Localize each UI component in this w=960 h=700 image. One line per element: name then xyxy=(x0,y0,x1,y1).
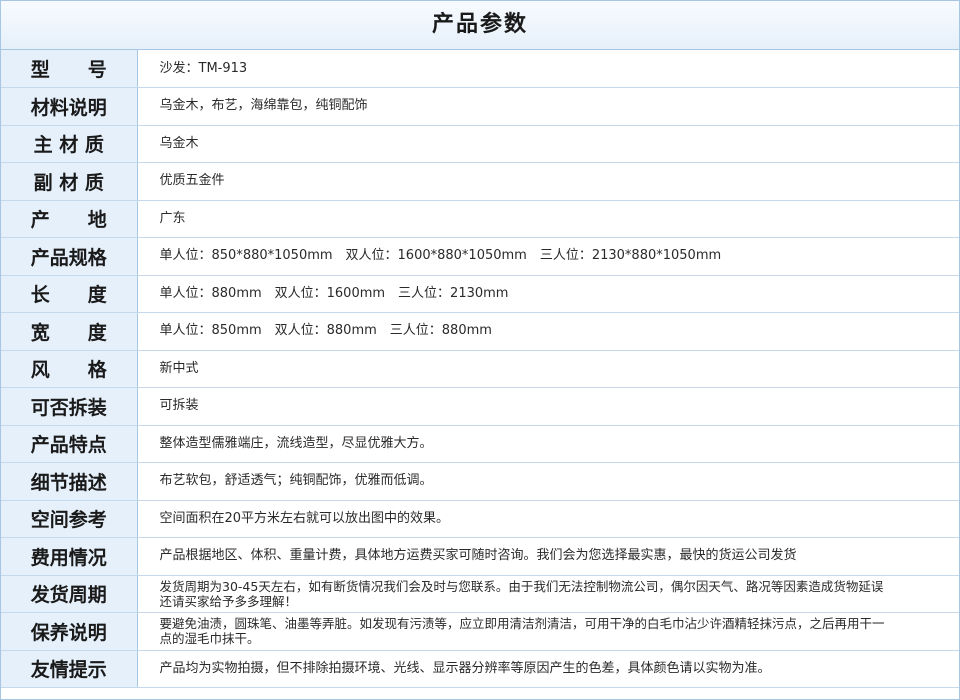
parameter-label: 主 材 质 xyxy=(1,125,138,163)
parameter-value: 发货周期为30-45天左右，如有断货情况我们会及时与您联系。由于我们无法控制物流… xyxy=(137,575,959,613)
parameter-value: 要避免油渍，圆珠笔、油墨等弄脏。如发现有污渍等，应立即用清洁剂清洁，可用干净的白… xyxy=(137,612,959,651)
parameter-value: 产品均为实物拍摄，但不排除拍摄环境、光线、显示器分辨率等原因产生的色差，具体颜色… xyxy=(137,650,959,688)
parameter-row: 主 材 质乌金木 xyxy=(1,125,959,163)
parameter-row: 材料说明 乌金木，布艺，海绵靠包，纯铜配饰 xyxy=(1,87,959,126)
parameter-row: 发货周期 发货周期为30-45天左右，如有断货情况我们会及时与您联系。由于我们无法… xyxy=(1,575,959,613)
parameter-value: 整体造型儒雅端庄，流线造型，尽显优雅大方。 xyxy=(137,425,959,463)
parameter-row: 可否拆装 可拆装 xyxy=(1,387,959,426)
parameter-value: 单人位：850mm 双人位：880mm 三人位：880mm xyxy=(137,312,959,351)
parameter-label: 材料说明 xyxy=(1,87,138,126)
parameter-label: 保养说明 xyxy=(1,612,138,651)
parameter-label: 副 材 质 xyxy=(1,162,138,201)
parameter-row: 型 号沙发：TM-913 xyxy=(1,50,959,88)
parameter-value: 布艺软包，舒适透气；纯铜配饰，优雅而低调。 xyxy=(137,462,959,501)
parameter-label: 费用情况 xyxy=(1,537,138,576)
parameter-label: 宽 度 xyxy=(1,312,138,351)
parameter-row: 风 格新中式 xyxy=(1,350,959,388)
parameters-table-body: 型 号沙发：TM-913 材料说明 乌金木，布艺，海绵靠包，纯铜配饰主 材 质乌金木… xyxy=(1,50,959,688)
parameter-label: 长 度 xyxy=(1,275,138,313)
parameter-row: 保养说明 要避免油渍，圆珠笔、油墨等弄脏。如发现有污渍等，应立即用清洁剂清洁，可用… xyxy=(1,612,959,651)
parameter-row: 产品规格 单人位：850*880*1050mm 双人位：1600*880*1050… xyxy=(1,237,959,276)
parameter-row: 细节描述 布艺软包，舒适透气；纯铜配饰，优雅而低调。 xyxy=(1,462,959,501)
parameter-label: 产品规格 xyxy=(1,237,138,276)
parameter-value: 广东 xyxy=(137,200,959,238)
parameter-value: 单人位：850*880*1050mm 双人位：1600*880*1050mm 三… xyxy=(137,237,959,276)
parameter-row: 长 度单人位：880mm 双人位：1600mm 三人位：2130mm xyxy=(1,275,959,313)
parameter-value: 沙发：TM-913 xyxy=(137,50,959,88)
parameter-label: 风 格 xyxy=(1,350,138,388)
parameter-row: 产品特点 整体造型儒雅端庄，流线造型，尽显优雅大方。 xyxy=(1,425,959,463)
parameter-row: 费用情况 产品根据地区、体积、重量计费，具体地方运费买家可随时咨询。我们会为您选择… xyxy=(1,537,959,576)
parameter-label: 产品特点 xyxy=(1,425,138,463)
parameter-row: 产 地广东 xyxy=(1,200,959,238)
parameter-value: 乌金木 xyxy=(137,125,959,163)
parameter-value: 优质五金件 xyxy=(137,162,959,201)
parameter-row: 友情提示 产品均为实物拍摄，但不排除拍摄环境、光线、显示器分辨率等原因产生的色差，… xyxy=(1,650,959,688)
parameter-value: 乌金木，布艺，海绵靠包，纯铜配饰 xyxy=(137,87,959,126)
parameter-value: 空间面积在20平方米左右就可以放出图中的效果。 xyxy=(137,500,959,538)
parameter-row: 空间参考 空间面积在20平方米左右就可以放出图中的效果。 xyxy=(1,500,959,538)
parameter-value: 单人位：880mm 双人位：1600mm 三人位：2130mm xyxy=(137,275,959,313)
parameter-label: 空间参考 xyxy=(1,500,138,538)
product-parameters-sheet: 产品参数 型 号沙发：TM-913 材料说明 乌金木，布艺，海绵靠包，纯铜配饰主 材… xyxy=(0,0,960,700)
parameter-label: 细节描述 xyxy=(1,462,138,501)
parameter-label: 可否拆装 xyxy=(1,387,138,426)
parameter-label: 产 地 xyxy=(1,200,138,238)
parameter-label: 发货周期 xyxy=(1,575,138,613)
parameter-label: 友情提示 xyxy=(1,650,138,688)
parameter-value: 可拆装 xyxy=(137,387,959,426)
parameter-value: 产品根据地区、体积、重量计费，具体地方运费买家可随时咨询。我们会为您选择最实惠，… xyxy=(137,537,959,576)
parameter-row: 副 材 质优质五金件 xyxy=(1,162,959,201)
parameter-row: 宽 度单人位：850mm 双人位：880mm 三人位：880mm xyxy=(1,312,959,351)
parameter-label: 型 号 xyxy=(1,50,138,88)
parameter-value: 新中式 xyxy=(137,350,959,388)
parameters-table: 型 号沙发：TM-913 材料说明 乌金木，布艺，海绵靠包，纯铜配饰主 材 质乌金木… xyxy=(1,50,959,688)
page-title: 产品参数 xyxy=(1,1,959,50)
